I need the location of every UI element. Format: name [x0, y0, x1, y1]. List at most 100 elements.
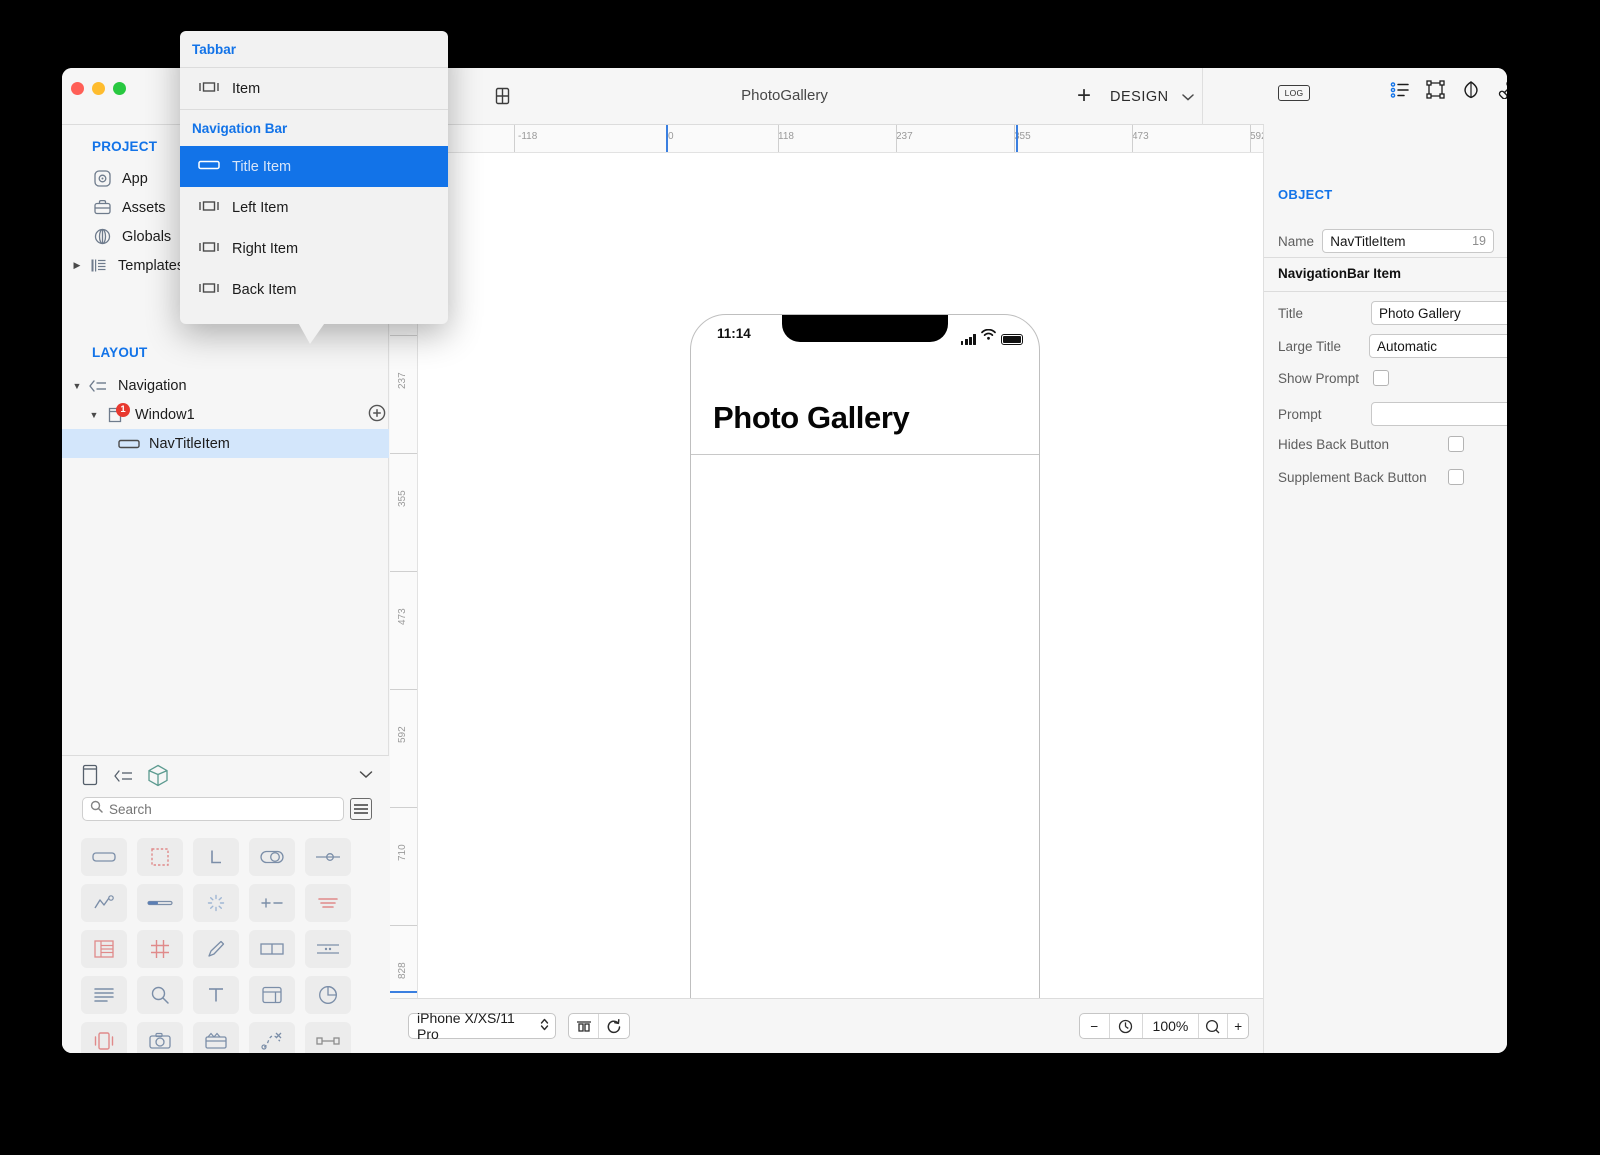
- ruler-tick-label: 237: [896, 131, 913, 142]
- sidebar-item-navigation[interactable]: ▼ Navigation: [62, 371, 389, 400]
- screen: PhotoGallery + DESIGN PROJECT App Assets…: [0, 0, 1600, 1155]
- ruler-tick-label: 592: [397, 726, 408, 743]
- sidebar-item-label: Navigation: [118, 377, 187, 394]
- library-item-text-view[interactable]: [81, 976, 127, 1014]
- device-preview[interactable]: 11:14 Photo Gallery: [690, 314, 1040, 1053]
- canvas-area[interactable]: -118 0 118 237 355 473 592 237 355 473: [390, 125, 1263, 1053]
- supplement-back-button-label: Supplement Back Button: [1278, 469, 1427, 485]
- library-item-collection[interactable]: [137, 930, 183, 968]
- library-item-switch[interactable]: [249, 838, 295, 876]
- zoom-out-button[interactable]: −: [1080, 1014, 1110, 1038]
- library-item-scroll[interactable]: [81, 1022, 127, 1053]
- object-section-header: OBJECT: [1278, 187, 1333, 202]
- library-item-camera[interactable]: [137, 1022, 183, 1053]
- library-item-search-bar[interactable]: [137, 976, 183, 1014]
- prompt-field[interactable]: [1371, 402, 1507, 426]
- popover-item-label: Right Item: [232, 240, 299, 257]
- library-item-slider[interactable]: [305, 838, 351, 876]
- library-item-activity-indicator[interactable]: [193, 884, 239, 922]
- library-item-pie[interactable]: [305, 976, 351, 1014]
- library-item-button[interactable]: [81, 838, 127, 876]
- layouts-tab-icon[interactable]: [113, 768, 135, 789]
- battery-icon: [1001, 334, 1023, 345]
- inspector-tab-icons: [1390, 80, 1507, 104]
- library-panel: [62, 755, 389, 1053]
- canvas-body[interactable]: 11:14 Photo Gallery: [418, 153, 1263, 1053]
- name-field[interactable]: NavTitleItem 19: [1322, 229, 1494, 253]
- search-icon: [90, 800, 103, 818]
- hides-back-button-checkbox[interactable]: [1448, 436, 1464, 452]
- title-item-icon: [117, 438, 141, 450]
- large-title-select[interactable]: Automatic: [1369, 334, 1507, 358]
- divider: [1264, 291, 1507, 292]
- sidebar-item-window1[interactable]: ▼ 1 Window1: [62, 400, 389, 429]
- library-item-segmented[interactable]: [305, 884, 351, 922]
- library-item-progress[interactable]: [137, 884, 183, 922]
- popover-item-back-item[interactable]: Back Item: [180, 269, 448, 310]
- library-item-video[interactable]: [193, 1022, 239, 1053]
- app-icon: [90, 169, 114, 188]
- search-box[interactable]: [82, 797, 344, 821]
- rotate-icon[interactable]: [599, 1014, 629, 1038]
- sidebar-layout-icon[interactable]: [492, 87, 512, 110]
- library-item-link[interactable]: [305, 1022, 351, 1053]
- status-indicators: [960, 327, 1023, 345]
- inspector-toolbar: LOG: [1264, 68, 1507, 125]
- library-grid: [81, 838, 373, 1053]
- popover-item-title-item[interactable]: Title Item: [180, 146, 448, 187]
- add-child-button[interactable]: [368, 404, 386, 427]
- title-field[interactable]: Photo Gallery: [1371, 301, 1507, 325]
- fit-icon[interactable]: [1110, 1014, 1144, 1038]
- search-input[interactable]: [109, 801, 336, 817]
- popover-item-tabbar-item[interactable]: Item: [180, 68, 448, 109]
- library-item-container[interactable]: [137, 838, 183, 876]
- align-icon[interactable]: [569, 1014, 600, 1038]
- library-item-page-control[interactable]: [305, 930, 351, 968]
- device-selector[interactable]: iPhone X/XS/11 Pro: [408, 1010, 556, 1042]
- library-item-stepper[interactable]: [249, 884, 295, 922]
- appearance-icon[interactable]: [1461, 80, 1481, 104]
- disclosure-triangle[interactable]: ▼: [70, 381, 84, 391]
- log-button[interactable]: LOG: [1278, 85, 1310, 101]
- zoom-in-button[interactable]: +: [1228, 1014, 1248, 1038]
- library-item-table[interactable]: [81, 930, 127, 968]
- mode-label[interactable]: DESIGN: [1110, 89, 1169, 105]
- objects-tab-icon[interactable]: [147, 764, 169, 792]
- library-item-pen[interactable]: [193, 930, 239, 968]
- disclosure-triangle[interactable]: ▼: [87, 410, 101, 420]
- ruler-tick-label: 0: [668, 131, 674, 142]
- popover-item-left-item[interactable]: Left Item: [180, 187, 448, 228]
- wifi-icon: [981, 327, 996, 345]
- popover-item-right-item[interactable]: Right Item: [180, 228, 448, 269]
- title-row: Title Photo Gallery: [1278, 301, 1507, 325]
- actual-size-icon[interactable]: [1199, 1014, 1229, 1038]
- library-item-label[interactable]: [193, 838, 239, 876]
- chevron-down-icon[interactable]: [359, 767, 373, 782]
- hides-back-button-label: Hides Back Button: [1278, 436, 1390, 452]
- canvas-view-controls[interactable]: [568, 1013, 630, 1039]
- attributes-icon[interactable]: [1390, 81, 1410, 104]
- bar-item-icon: [198, 80, 220, 98]
- chevron-down-icon[interactable]: [1182, 90, 1194, 104]
- ruler-tick-label: 828: [397, 962, 408, 979]
- size-icon[interactable]: [1426, 80, 1445, 104]
- library-item-chart[interactable]: [81, 884, 127, 922]
- list-view-icon[interactable]: [350, 798, 372, 820]
- templates-icon: [86, 256, 110, 275]
- zoom-controls[interactable]: − 100% +: [1079, 1013, 1249, 1039]
- add-button[interactable]: +: [1077, 84, 1091, 108]
- connections-icon[interactable]: [1497, 80, 1507, 104]
- library-item-card[interactable]: [249, 976, 295, 1014]
- disclosure-triangle[interactable]: ▶: [70, 260, 84, 271]
- add-item-popover[interactable]: Tabbar Item Navigation Bar Title Item Le…: [180, 31, 448, 344]
- sidebar-item-navtitleitem[interactable]: NavTitleItem: [62, 429, 389, 458]
- hides-back-button-row: Hides Back Button: [1278, 436, 1464, 452]
- supplement-back-button-checkbox[interactable]: [1448, 469, 1464, 485]
- library-item-split-view[interactable]: [249, 930, 295, 968]
- show-prompt-checkbox[interactable]: [1373, 370, 1389, 386]
- library-tabs: [62, 756, 389, 794]
- zoom-value[interactable]: 100%: [1143, 1014, 1199, 1038]
- library-item-text[interactable]: [193, 976, 239, 1014]
- components-tab-icon[interactable]: [82, 764, 98, 791]
- library-item-path[interactable]: [249, 1022, 295, 1053]
